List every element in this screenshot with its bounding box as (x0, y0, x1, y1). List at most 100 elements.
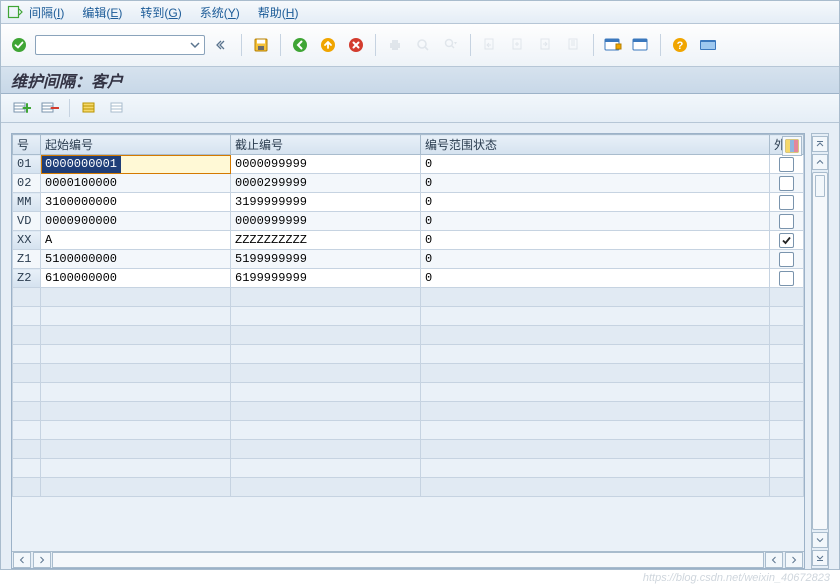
cell-ext[interactable] (770, 155, 804, 174)
scroll-left2-icon[interactable] (765, 552, 783, 568)
insert-row-icon[interactable] (11, 97, 33, 119)
table-row-empty[interactable] (13, 326, 804, 345)
vscroll-track[interactable] (812, 172, 828, 530)
cell-from[interactable]: 0000900000 (41, 212, 231, 231)
exit-icon[interactable] (317, 34, 339, 56)
cell-ext[interactable] (770, 212, 804, 231)
cell-ext[interactable] (770, 193, 804, 212)
cell-ext[interactable] (770, 174, 804, 193)
vscroll-handle[interactable] (815, 175, 825, 197)
table-row[interactable]: VD000090000000009999990 (13, 212, 804, 231)
table-row[interactable]: Z1510000000051999999990 (13, 250, 804, 269)
command-field[interactable] (35, 35, 205, 55)
cell-ext[interactable] (770, 231, 804, 250)
table-row-empty[interactable] (13, 364, 804, 383)
col-id[interactable]: 号 (13, 135, 41, 155)
table-row[interactable]: Z2610000000061999999990 (13, 269, 804, 288)
col-from[interactable]: 起始编号 (41, 135, 231, 155)
cell-id[interactable]: XX (13, 231, 41, 250)
cell-from[interactable]: 6100000000 (41, 269, 231, 288)
generate-shortcut-icon[interactable] (630, 34, 652, 56)
table-row-empty[interactable] (13, 421, 804, 440)
menu-system[interactable]: 系统(Y) (200, 4, 240, 21)
cell-id[interactable]: Z2 (13, 269, 41, 288)
table-row-empty[interactable] (13, 383, 804, 402)
hscroll-track[interactable] (52, 552, 764, 568)
checkbox[interactable] (779, 252, 794, 267)
table-row-empty[interactable] (13, 307, 804, 326)
cell-id[interactable]: MM (13, 193, 41, 212)
cell-to[interactable]: 0000299999 (231, 174, 421, 193)
scroll-bottom-icon[interactable] (812, 550, 828, 566)
col-status[interactable]: 编号范围状态 (421, 135, 770, 155)
cell-id[interactable]: VD (13, 212, 41, 231)
scroll-top-icon[interactable] (812, 136, 828, 152)
scroll-up-icon[interactable] (812, 154, 828, 170)
cell-from[interactable]: 5100000000 (41, 250, 231, 269)
table-row[interactable]: MM310000000031999999990 (13, 193, 804, 212)
checkbox[interactable] (779, 176, 794, 191)
back-icon[interactable] (289, 34, 311, 56)
deselect-all-icon[interactable] (106, 97, 128, 119)
menu-edit[interactable]: 编辑(E) (82, 4, 122, 21)
cell-to[interactable]: 0000999999 (231, 212, 421, 231)
cell-status[interactable]: 0 (421, 212, 770, 231)
cell-status[interactable]: 0 (421, 155, 770, 174)
cell-id[interactable]: 01 (13, 155, 41, 174)
scroll-right-icon[interactable] (33, 552, 51, 568)
enter-icon[interactable] (9, 35, 29, 55)
menu-help[interactable]: 帮助(H) (258, 4, 299, 21)
hscrollbar[interactable] (12, 551, 804, 568)
cancel-icon[interactable] (345, 34, 367, 56)
collapse-icon[interactable] (211, 34, 233, 56)
new-session-icon[interactable] (602, 34, 624, 56)
checkbox[interactable] (779, 157, 794, 172)
table-row-empty[interactable] (13, 402, 804, 421)
table-row[interactable]: 01000000000100000999990 (13, 155, 804, 174)
cell-to[interactable]: ZZZZZZZZZZ (231, 231, 421, 250)
table-row-empty[interactable] (13, 288, 804, 307)
col-to[interactable]: 截止编号 (231, 135, 421, 155)
cell-to[interactable]: 3199999999 (231, 193, 421, 212)
table-row[interactable]: 02000010000000002999990 (13, 174, 804, 193)
command-menu-icon[interactable] (7, 4, 23, 20)
cell-ext[interactable] (770, 269, 804, 288)
prev-page-icon (507, 34, 529, 56)
scroll-right2-icon[interactable] (785, 552, 803, 568)
cell-to[interactable]: 0000099999 (231, 155, 421, 174)
checkbox[interactable] (779, 195, 794, 210)
save-icon[interactable] (250, 34, 272, 56)
cell-status[interactable]: 0 (421, 250, 770, 269)
help-icon[interactable]: ? (669, 34, 691, 56)
checkbox[interactable] (779, 214, 794, 229)
cell-to[interactable]: 5199999999 (231, 250, 421, 269)
cell-ext[interactable] (770, 250, 804, 269)
cell-status[interactable]: 0 (421, 174, 770, 193)
menu-interval[interactable]: 间隔(I) (29, 4, 64, 21)
table-row-empty[interactable] (13, 459, 804, 478)
scroll-left-icon[interactable] (13, 552, 31, 568)
cell-status[interactable]: 0 (421, 231, 770, 250)
cell-id[interactable]: Z1 (13, 250, 41, 269)
cell-to[interactable]: 6199999999 (231, 269, 421, 288)
menu-goto[interactable]: 转到(G) (140, 4, 181, 21)
delete-row-icon[interactable] (39, 97, 61, 119)
checkbox[interactable] (779, 233, 794, 248)
table-row[interactable]: XXAZZZZZZZZZZ0 (13, 231, 804, 250)
cell-from[interactable]: A (41, 231, 231, 250)
scroll-down-icon[interactable] (812, 532, 828, 548)
table-row-empty[interactable] (13, 478, 804, 497)
table-row-empty[interactable] (13, 345, 804, 364)
cell-from[interactable]: 0000100000 (41, 174, 231, 193)
layout-icon[interactable] (697, 34, 719, 56)
cell-id[interactable]: 02 (13, 174, 41, 193)
table-settings-icon[interactable] (782, 136, 802, 156)
cell-from[interactable]: 3100000000 (41, 193, 231, 212)
vscrollbar[interactable] (811, 133, 829, 569)
checkbox[interactable] (779, 271, 794, 286)
cell-status[interactable]: 0 (421, 193, 770, 212)
table-row-empty[interactable] (13, 440, 804, 459)
select-all-icon[interactable] (78, 97, 100, 119)
cell-status[interactable]: 0 (421, 269, 770, 288)
cell-from[interactable]: 0000000001 (41, 155, 231, 174)
